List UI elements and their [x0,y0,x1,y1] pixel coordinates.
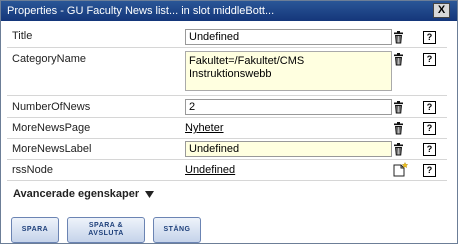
trash-icon[interactable] [392,31,405,44]
new-page-icon[interactable] [392,162,408,177]
property-row-category-name: CategoryName Fakultet=/Fakultet/CMS Inst… [7,48,447,96]
help-icon[interactable]: ? [423,53,436,66]
property-label-rss-node: rssNode [12,164,53,176]
property-label-category-name: CategoryName [12,53,86,65]
property-label-number-of-news: NumberOfNews [12,101,91,113]
close-icon: X [437,4,446,16]
help-icon[interactable]: ? [423,31,436,44]
help-icon[interactable]: ? [423,143,436,156]
property-row-more-news-label: MoreNewsLabel Undefined ? [7,139,447,160]
property-label-more-news-label: MoreNewsLabel [12,143,92,155]
title-input[interactable]: Undefined [185,29,392,45]
more-news-page-link[interactable]: Nyheter [185,122,224,134]
category-name-line-1: Fakultet=/Fakultet/CMS [189,55,305,67]
number-of-news-input[interactable]: 2 [185,99,392,115]
category-name-line-2: Instruktionswebb [189,68,272,80]
rss-node-link[interactable]: Undefined [185,164,235,176]
properties-dialog: Properties - GU Faculty News list... in … [0,0,458,244]
property-row-title: Title Undefined ? [7,26,447,48]
advanced-properties-label: Avancerade egenskaper [13,188,140,200]
close-button[interactable]: X [433,3,450,18]
category-name-textarea[interactable]: Fakultet=/Fakultet/CMS Instruktionswebb [185,51,392,91]
trash-icon[interactable] [392,143,405,156]
property-row-rss-node: rssNode Undefined ? [7,160,447,181]
property-label-more-news-page: MoreNewsPage [12,122,91,134]
property-row-more-news-page: MoreNewsPage Nyheter ? [7,118,447,139]
save-and-close-button[interactable]: SPARA & AVSLUTA [67,217,145,243]
save-button-label: SPARA [21,226,49,233]
advanced-properties-toggle[interactable]: Avancerade egenskaper [13,188,155,200]
trash-icon[interactable] [392,101,405,114]
trash-icon[interactable] [392,122,405,135]
save-and-close-label-line-1: SPARA & [88,222,124,229]
triangle-down-icon [145,190,155,198]
cancel-button-label: STÄNG [163,226,191,233]
cancel-button[interactable]: STÄNG [153,217,201,243]
trash-icon[interactable] [392,53,405,66]
save-and-close-label-line-2: AVSLUTA [88,230,124,237]
property-label-title: Title [12,30,33,42]
help-icon[interactable]: ? [423,164,436,177]
property-row-number-of-news: NumberOfNews 2 ? [7,96,447,118]
title-bar: Properties - GU Faculty News list... in … [1,1,457,21]
more-news-label-input[interactable]: Undefined [185,141,392,157]
help-icon[interactable]: ? [423,101,436,114]
help-icon[interactable]: ? [423,122,436,135]
dialog-title: Properties - GU Faculty News list... in … [7,5,275,17]
save-button[interactable]: SPARA [11,217,59,243]
